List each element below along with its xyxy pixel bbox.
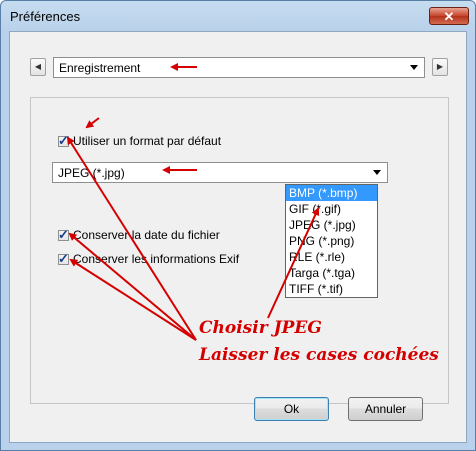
arrow-to-default-format-checkbox (66, 136, 197, 341)
arrow-to-keep-exif-checkbox (69, 258, 197, 341)
annotation-choose-jpeg: Choisir JPEG (199, 318, 322, 338)
arrow-to-default-format (85, 117, 100, 129)
arrow-to-keep-date-checkbox (68, 232, 197, 341)
annotation-keep-boxes-checked: Laisser les cases cochées (199, 345, 439, 365)
arrow-to-jpeg-option (267, 207, 320, 319)
annotation-arrows (66, 63, 320, 341)
